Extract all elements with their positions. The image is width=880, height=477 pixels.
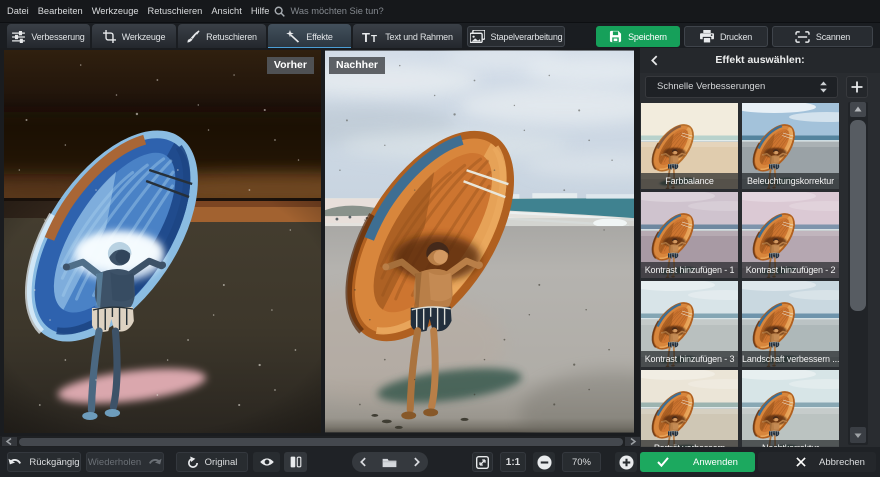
svg-text:T: T — [362, 31, 370, 43]
svg-text:T: T — [371, 33, 377, 42]
